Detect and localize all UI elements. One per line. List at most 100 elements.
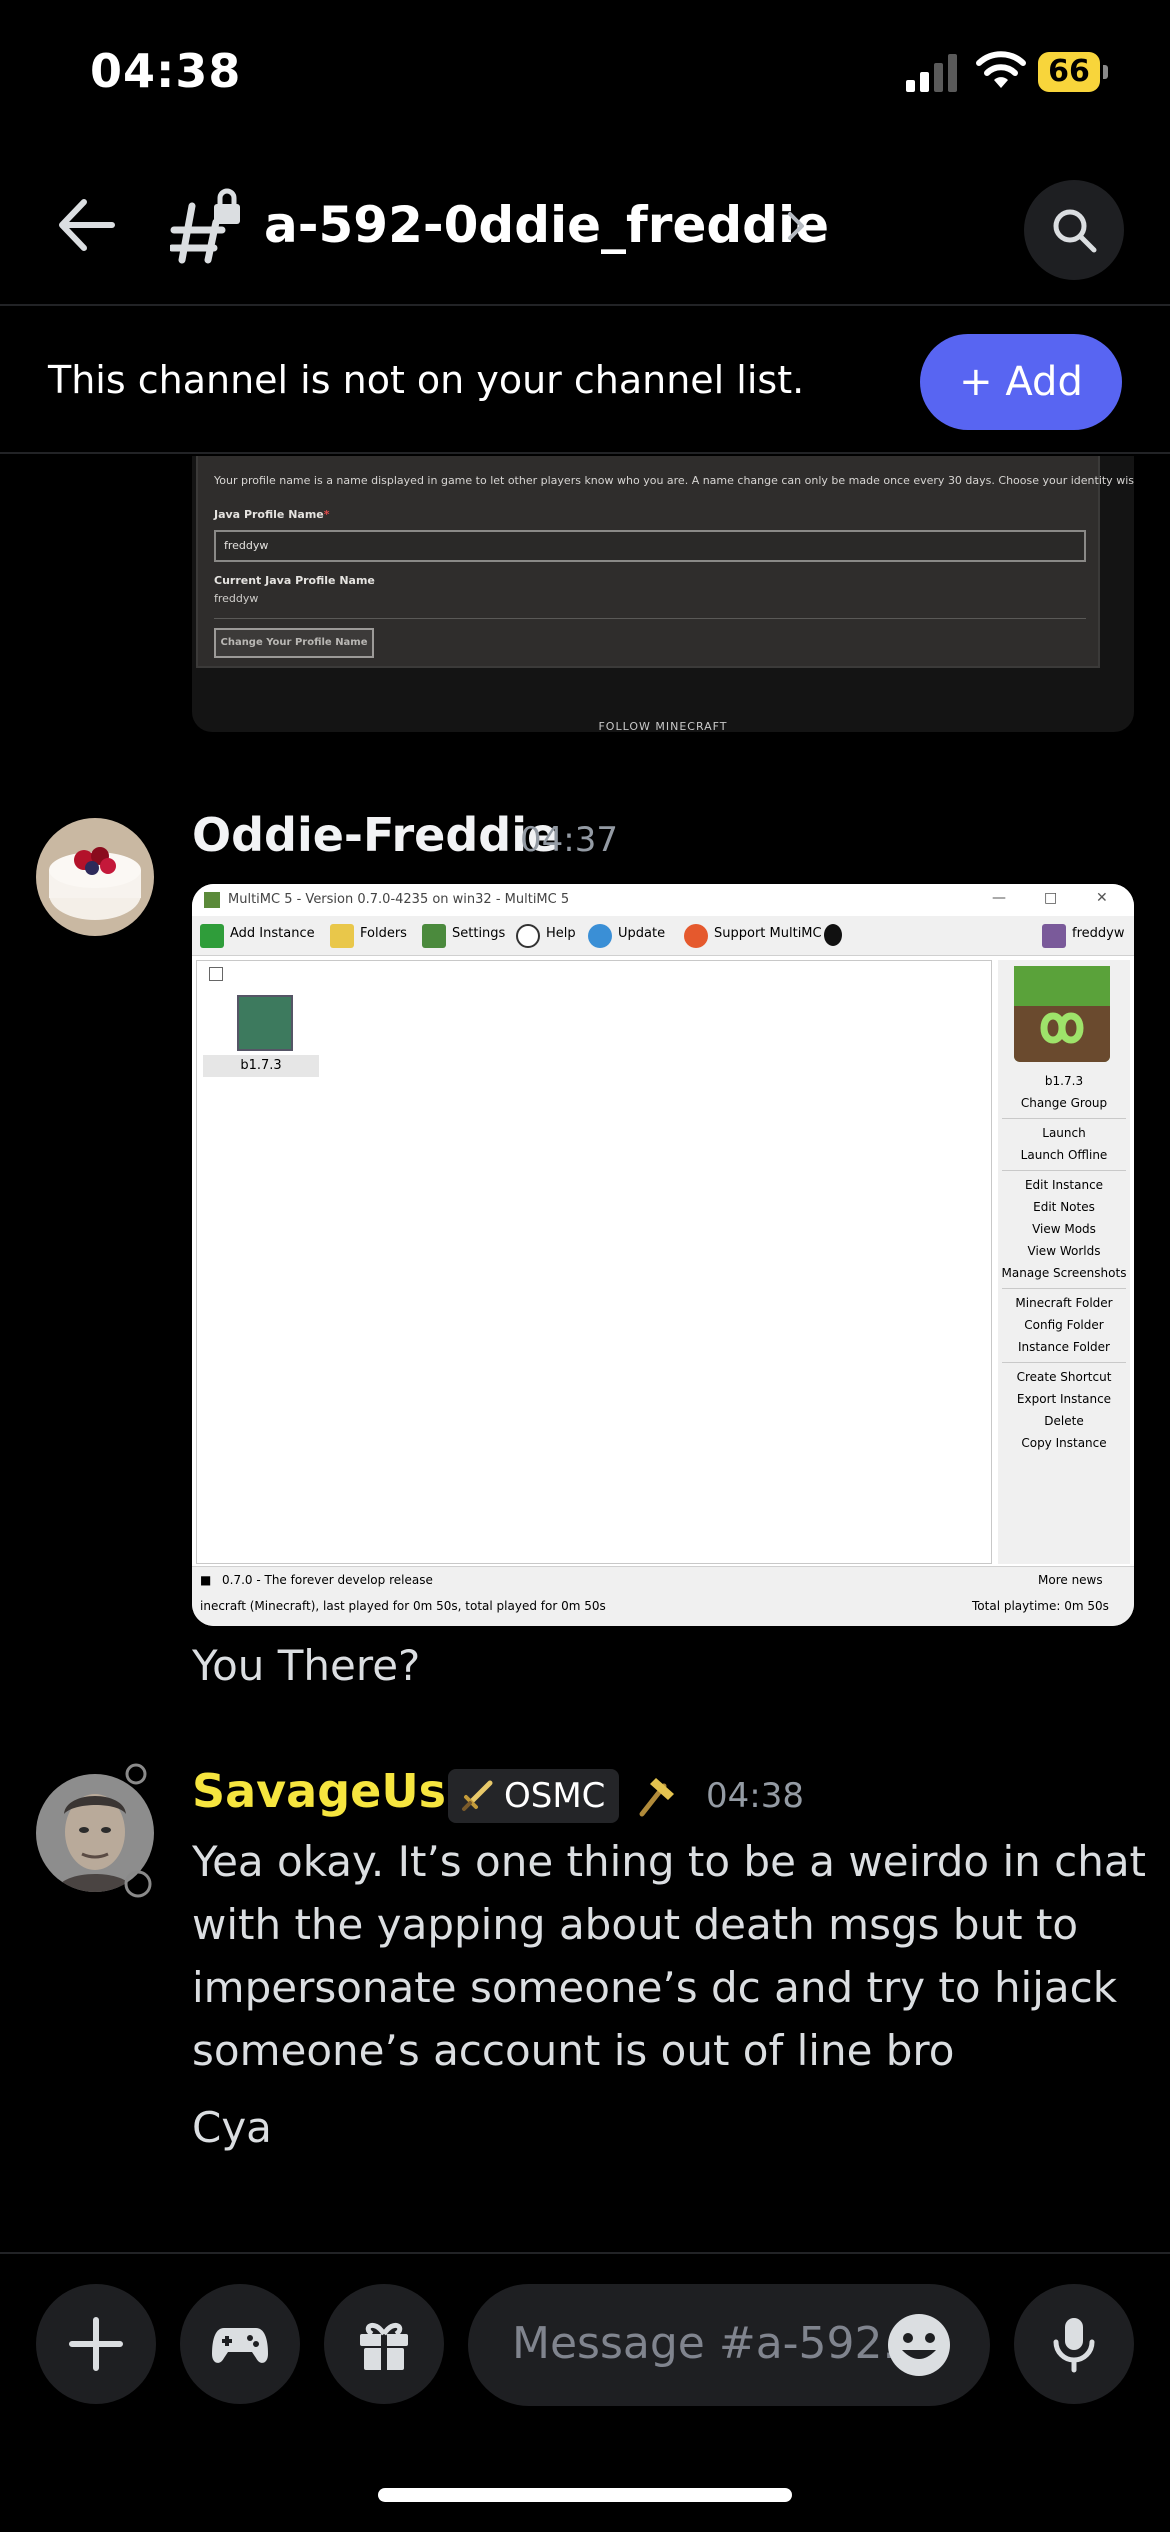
instance-label: b1.7.3 — [203, 1055, 319, 1077]
settings-icon — [422, 924, 446, 948]
news-icon-left: ■ — [200, 1573, 212, 1587]
multimc-logo-icon — [204, 892, 220, 908]
sidebar-launch: Launch — [1042, 1126, 1086, 1140]
search-button[interactable] — [1024, 180, 1124, 280]
sidebar-instance-folder: Instance Folder — [1018, 1340, 1110, 1354]
sidebar-config-folder: Config Folder — [1024, 1318, 1104, 1332]
maximize-icon: □ — [1044, 890, 1058, 906]
microphone-icon — [1053, 2318, 1095, 2373]
sidebar-create-shortcut: Create Shortcut — [1016, 1370, 1112, 1384]
channel-header: a-592-0ddie_freddie — [0, 150, 1170, 306]
current-profile-label: Current Java Profile Name — [214, 574, 375, 587]
not-in-list-banner: This channel is not on your channel list… — [0, 308, 1170, 454]
add-channel-button[interactable]: + Add — [920, 334, 1122, 430]
sidebar-view-mods: View Mods — [1032, 1222, 1096, 1236]
multimc-statusbar: ■ 0.7.0 - The forever develop release Mo… — [192, 1566, 1134, 1626]
instance-icon — [237, 995, 293, 1051]
status-time: 04:38 — [90, 44, 242, 98]
update-icon — [588, 924, 612, 948]
toolbar-support: Support MultiMC — [714, 926, 822, 941]
add-instance-icon — [200, 924, 224, 948]
message-timestamp: 04:37 — [520, 820, 618, 860]
voice-message-button[interactable] — [1014, 2284, 1134, 2404]
help-icon — [516, 924, 540, 948]
avatar[interactable] — [36, 818, 154, 936]
message-text: You There? — [192, 1641, 421, 1690]
battery-level: 66 — [1048, 54, 1090, 89]
sidebar-export-instance: Export Instance — [1016, 1392, 1112, 1406]
collapse-icon — [209, 967, 223, 981]
profile-screenshot-attachment[interactable]: Your profile name is a name displayed in… — [192, 456, 1134, 732]
sidebar-edit-notes: Edit Notes — [1033, 1200, 1095, 1214]
search-icon — [1053, 209, 1097, 253]
news-status: 0.7.0 - The forever develop release — [222, 1573, 433, 1587]
message-text-line: Yea okay. It’s one thing to be a weirdo … — [192, 1837, 1147, 1886]
plus-icon — [69, 2317, 123, 2371]
cellular-signal-icon — [906, 54, 957, 92]
sidebar-change-group: Change Group — [1020, 1096, 1108, 1110]
sword-icon — [462, 1780, 493, 1811]
follow-footer: FOLLOW MINECRAFT — [598, 720, 728, 732]
activities-button[interactable] — [180, 2284, 300, 2404]
sidebar-view-worlds: View Worlds — [1027, 1244, 1101, 1258]
folder-icon — [330, 924, 354, 948]
instance-tile: b1.7.3 — [203, 991, 319, 1087]
total-playtime: Total playtime: 0m 50s — [972, 1599, 1109, 1613]
username[interactable]: Oddie-Freddie — [192, 808, 558, 862]
banner-text: This channel is not on your channel list… — [48, 358, 805, 402]
cat-icon — [824, 924, 842, 946]
close-icon: ✕ — [1096, 890, 1108, 906]
message-timestamp: 04:38 — [706, 1776, 804, 1816]
wifi-icon — [976, 51, 1026, 88]
profile-panel: Your profile name is a name displayed in… — [196, 456, 1134, 668]
multimc-toolbar: Add Instance Folders Settings Help Updat… — [192, 916, 1134, 956]
sidebar-minecraft-folder: Minecraft Folder — [1015, 1296, 1113, 1310]
role-tag-label: OSMC — [504, 1776, 606, 1816]
more-news: More news — [1038, 1573, 1103, 1587]
message-list[interactable]: Your profile name is a name displayed in… — [0, 456, 1170, 2252]
message-text-line: someone’s account is out of line bro — [192, 2026, 955, 2075]
channel-name[interactable]: a-592-0ddie_freddie — [264, 196, 829, 254]
profile-description: Your profile name is a name displayed in… — [214, 474, 1134, 487]
current-profile-value: freddyw — [214, 592, 259, 605]
private-channel-icon — [170, 188, 240, 264]
sidebar-launch-offline: Launch Offline — [1020, 1148, 1108, 1162]
patreon-icon — [684, 924, 708, 948]
back-arrow-icon[interactable] — [50, 190, 120, 260]
message-text-line: with the yapping about death msgs but to — [192, 1900, 1079, 1949]
battery-icon: 66 — [1038, 52, 1108, 92]
sidebar-manage-screenshots: Manage Screenshots — [1001, 1266, 1127, 1280]
chevron-right-icon[interactable] — [784, 206, 808, 246]
gift-button[interactable] — [324, 2284, 444, 2404]
sidebar-instance-name: b1.7.3 — [1044, 1074, 1084, 1088]
instance-list: b1.7.3 — [196, 960, 992, 1564]
instance-large-icon — [1014, 966, 1110, 1062]
hammer-icon — [639, 1778, 674, 1817]
message-input[interactable]: Message #a-592... — [468, 2284, 990, 2406]
sidebar-delete: Delete — [1044, 1414, 1084, 1428]
cake-avatar-image — [36, 818, 154, 936]
toolbar-add-instance: Add Instance — [230, 926, 315, 941]
window-titlebar: MultiMC 5 - Version 0.7.0-4235 on win32 … — [192, 884, 1134, 916]
emoji-icon[interactable] — [886, 2312, 952, 2378]
toolbar-settings: Settings — [452, 926, 506, 941]
message-placeholder: Message #a-592... — [512, 2318, 925, 2369]
role-tag[interactable]: OSMC — [448, 1769, 620, 1823]
avatar-decoration-icon — [124, 1763, 152, 1898]
toolbar-update: Update — [618, 926, 666, 941]
toolbar-help: Help — [546, 926, 576, 941]
toolbar-folders: Folders — [360, 926, 407, 941]
window-title: MultiMC 5 - Version 0.7.0-4235 on win32 … — [228, 892, 570, 907]
sidebar-copy-instance: Copy Instance — [1021, 1436, 1107, 1450]
attach-button[interactable] — [36, 2284, 156, 2404]
account-icon — [1042, 924, 1066, 948]
playtime-status: inecraft (Minecraft), last played for 0m… — [200, 1599, 606, 1613]
change-profile-name-button: Change Your Profile Name — [214, 628, 374, 658]
multimc-screenshot-attachment[interactable]: MultiMC 5 - Version 0.7.0-4235 on win32 … — [192, 884, 1134, 1626]
home-indicator[interactable] — [378, 2488, 792, 2502]
gift-icon — [360, 2322, 408, 2370]
minimize-icon: — — [992, 890, 1006, 906]
instance-sidebar: b1.7.3 Change Group Launch Launch Offlin… — [998, 960, 1130, 1564]
message-text: Cya — [192, 2103, 272, 2152]
status-bar: 04:38 66 — [0, 0, 1170, 150]
